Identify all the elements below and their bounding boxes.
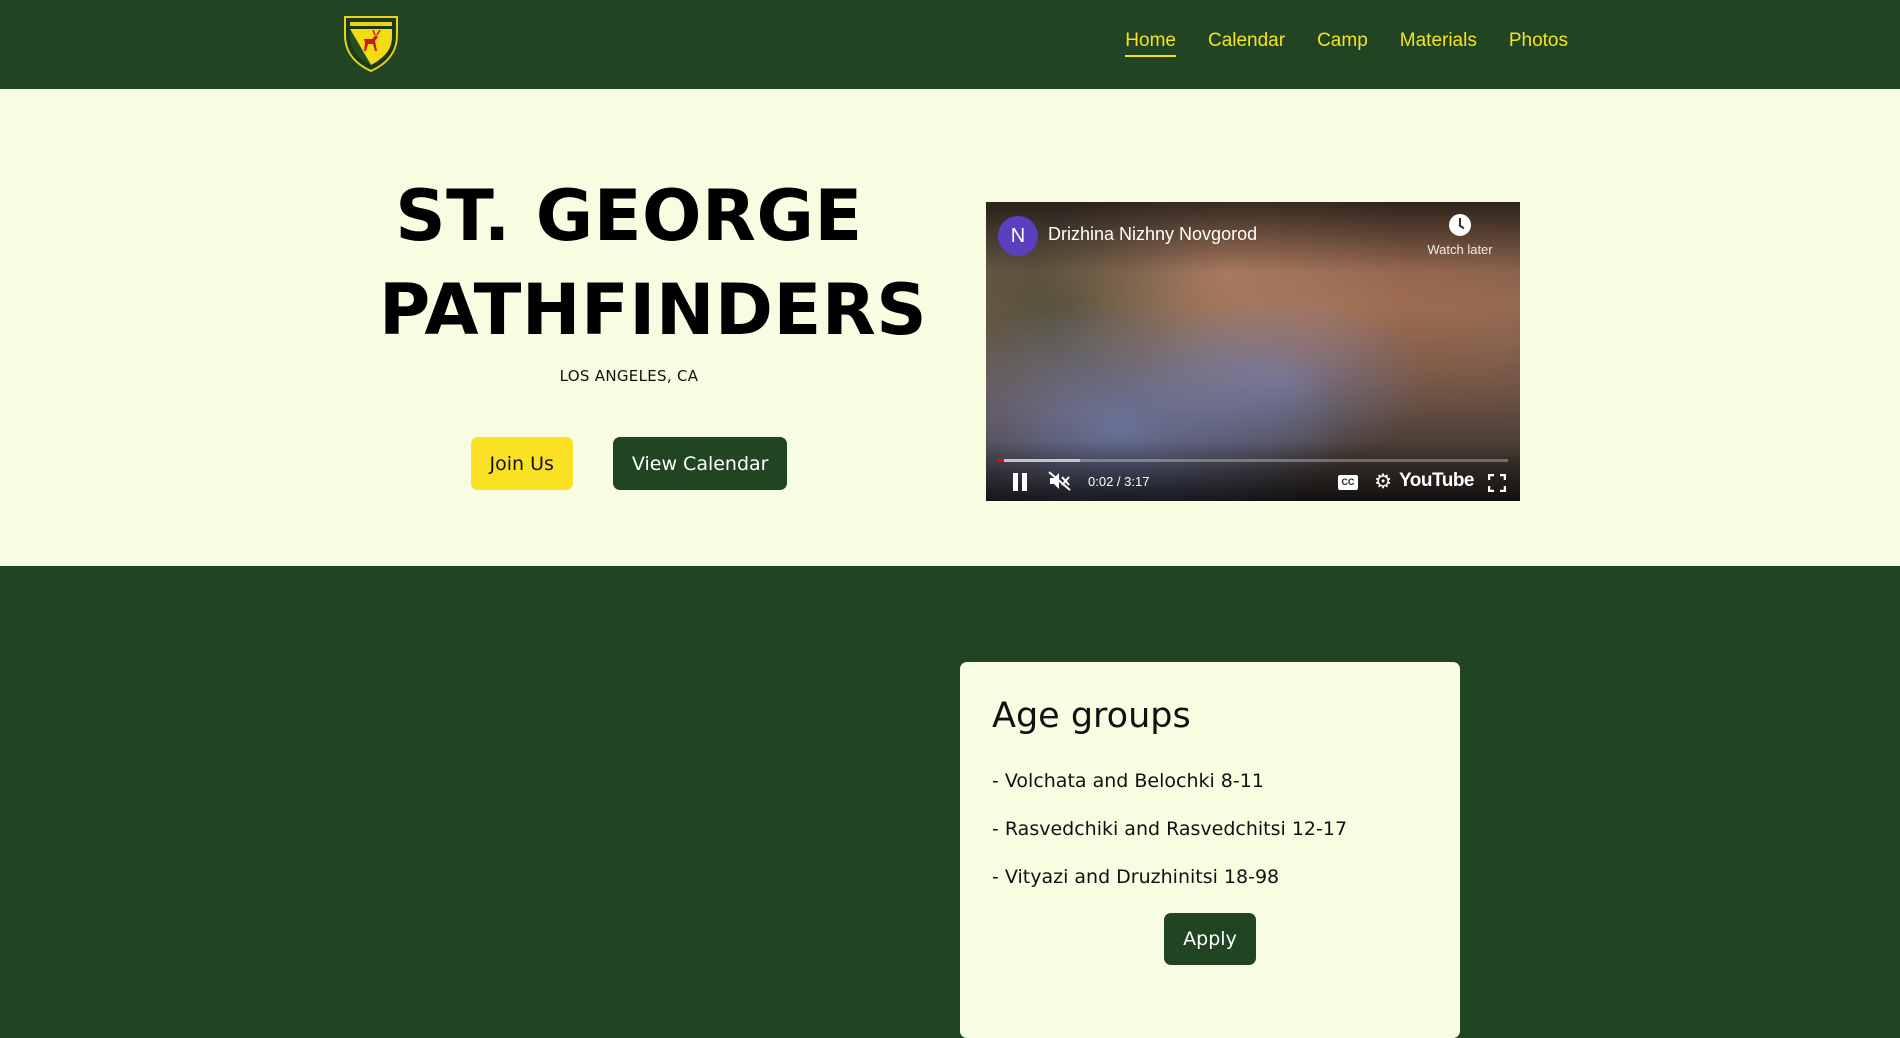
shield-logo-icon[interactable] [342,13,400,73]
nav-link-materials[interactable]: Materials [1400,30,1477,57]
channel-avatar[interactable]: N [998,216,1038,256]
age-groups-list: - Volchata and Belochki 8-11 - Rasvedchi… [992,769,1428,889]
age-groups-card: Age groups - Volchata and Belochki 8-11 … [960,662,1460,1038]
page-title-line-2: PATHFINDERS [379,269,928,351]
watch-later-button[interactable]: Watch later [1420,214,1500,257]
list-item: - Rasvedchiki and Rasvedchitsi 12-17 [992,818,1348,840]
top-navbar: Home Calendar Camp Materials Photos [0,0,1900,89]
progress-buffered [998,459,1080,462]
location-subtitle: LOS ANGELES, CA [559,367,699,385]
clock-icon [1449,214,1471,236]
apply-button-wrap: Apply [992,913,1428,965]
nav-link-home[interactable]: Home [1125,30,1176,57]
list-item: - Volchata and Belochki 8-11 [992,770,1264,792]
progress-bar[interactable] [998,459,1508,462]
nav-link-calendar[interactable]: Calendar [1208,30,1285,57]
progress-played [998,459,1005,462]
view-calendar-button[interactable]: View Calendar [612,437,788,490]
gear-icon[interactable]: ⚙ [1374,472,1392,492]
video-time: 0:02 / 3:17 [1088,474,1150,489]
pause-icon[interactable] [1012,473,1028,491]
watch-later-label: Watch later [1427,242,1493,257]
apply-button[interactable]: Apply [1164,913,1256,965]
nav-links: Home Calendar Camp Materials Photos [1125,30,1568,57]
muted-speaker-icon[interactable] [1048,471,1072,491]
page-title: ST. GEORGE PATHFINDERS [379,169,928,357]
captions-icon[interactable]: CC [1338,475,1358,490]
nav-link-photos[interactable]: Photos [1509,30,1568,57]
age-groups-title: Age groups [992,696,1191,736]
youtube-logo[interactable]: YouTube [1399,470,1474,492]
video-player[interactable]: N Drizhina Nizhny Novgorod Watch later 0… [986,202,1520,501]
video-title[interactable]: Drizhina Nizhny Novgorod [1048,224,1257,245]
hero-text-block: ST. GEORGE PATHFINDERS LOS ANGELES, CA J… [379,169,928,490]
hero-section: ST. GEORGE PATHFINDERS LOS ANGELES, CA J… [0,89,1900,566]
hero-buttons: Join Us View Calendar [379,437,879,490]
page-title-line-1: ST. GEORGE [395,175,863,257]
nav-link-camp[interactable]: Camp [1317,30,1368,57]
list-item: - Vityazi and Druzhinitsi 18-98 [992,866,1280,888]
fullscreen-icon[interactable] [1487,473,1507,493]
join-us-button[interactable]: Join Us [470,437,573,490]
